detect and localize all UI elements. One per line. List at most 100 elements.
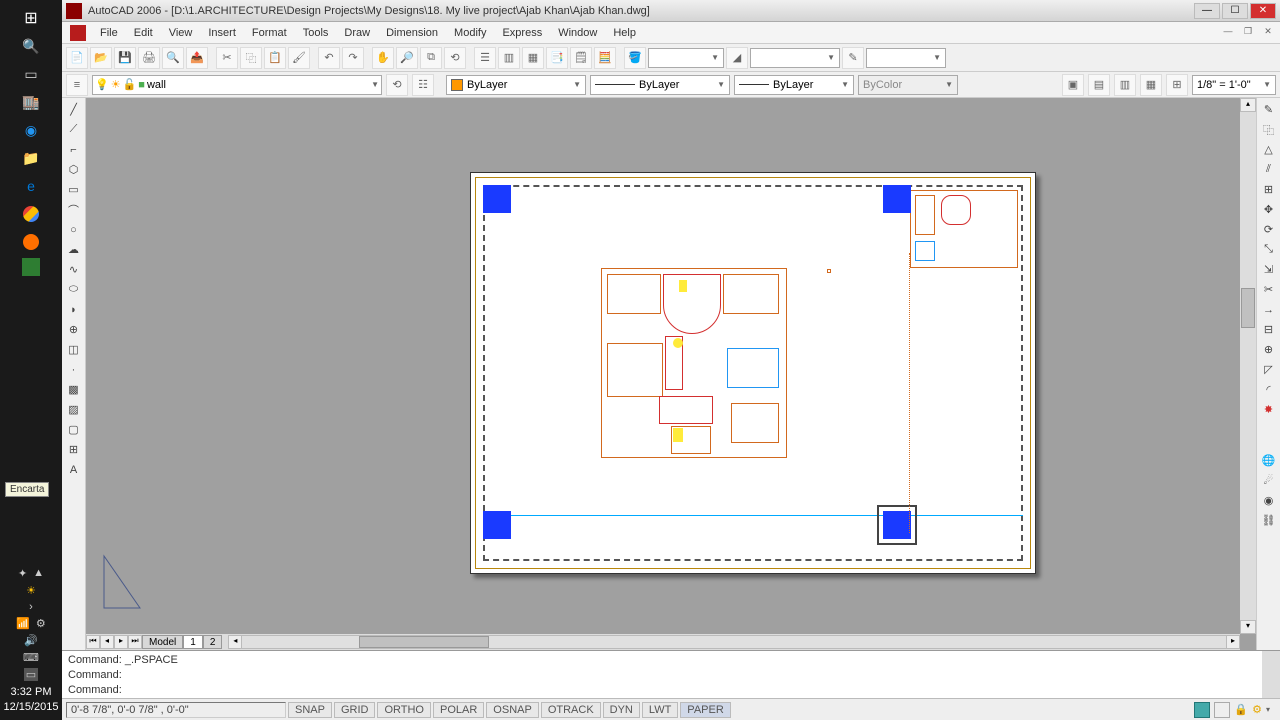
table-icon[interactable]: ⊞ xyxy=(64,440,84,459)
task-view-icon[interactable]: ▭ xyxy=(17,62,45,86)
edge-icon[interactable]: e xyxy=(17,174,45,198)
plotstyle-dropdown[interactable]: ByColor▼ xyxy=(858,75,958,95)
vp-icon[interactable]: ▥ xyxy=(1114,74,1136,96)
command-prompt[interactable]: Command: xyxy=(68,683,1274,698)
close-button[interactable]: ✕ xyxy=(1250,3,1276,19)
combo[interactable]: ▼ xyxy=(866,48,946,68)
firefox-icon[interactable] xyxy=(17,230,45,254)
save-icon[interactable]: 💾 xyxy=(114,47,136,69)
mdi-restore-icon[interactable]: ❐ xyxy=(1240,26,1256,40)
fillet-icon[interactable]: ◜ xyxy=(1259,380,1279,399)
drawing-area[interactable]: ▴ ▾ ⏮ ◂ ▸ ⏭ Model 1 2 ◂ ▸ xyxy=(86,98,1256,650)
vertical-scrollbar[interactable]: ▴ ▾ xyxy=(1240,98,1256,634)
clock[interactable]: 3:32 PM 12/15/2015 xyxy=(1,685,61,714)
join-icon[interactable]: ⊕ xyxy=(1259,340,1279,359)
layer-prop-icon[interactable]: ≡ xyxy=(66,74,88,96)
app-icon[interactable]: ◉ xyxy=(17,118,45,142)
toggle-osnap[interactable]: OSNAP xyxy=(486,702,539,718)
array-icon[interactable]: ⊞ xyxy=(1259,180,1279,199)
layer-dropdown[interactable]: 💡 ☀ 🔓 ■ wall ▼ xyxy=(92,75,382,95)
tool-icon[interactable]: ⛓ xyxy=(1259,511,1279,530)
command-line[interactable]: Command: _.PSPACE Command: Command: xyxy=(62,650,1280,698)
menu-dimension[interactable]: Dimension xyxy=(378,25,446,41)
color-dropdown[interactable]: ByLayer▼ xyxy=(446,75,586,95)
menu-file[interactable]: File xyxy=(92,25,126,41)
menu-modify[interactable]: Modify xyxy=(446,25,494,41)
zoom-prev-icon[interactable]: ⟲ xyxy=(444,47,466,69)
toggle-otrack[interactable]: OTRACK xyxy=(541,702,601,718)
point-icon[interactable]: · xyxy=(64,360,84,379)
zoom-win-icon[interactable]: ⧉ xyxy=(420,47,442,69)
xline-icon[interactable]: ⟋ xyxy=(64,120,84,139)
tray-icon[interactable]: ⚙ xyxy=(36,617,46,630)
scroll-right-icon[interactable]: ▸ xyxy=(1226,635,1240,649)
tray-icon[interactable]: ✦ xyxy=(18,567,27,580)
volume-icon[interactable]: 🔊 xyxy=(24,634,38,647)
redo-icon[interactable]: ↷ xyxy=(342,47,364,69)
move-icon[interactable]: ✥ xyxy=(1259,200,1279,219)
app-green-icon[interactable] xyxy=(22,258,40,276)
undo-icon[interactable]: ↶ xyxy=(318,47,340,69)
pline-icon[interactable]: ⌐ xyxy=(64,140,84,159)
ellipse-arc-icon[interactable]: ◗ xyxy=(64,300,84,319)
tab-next-icon[interactable]: ▸ xyxy=(114,635,128,649)
tray-icon[interactable]: ▲ xyxy=(33,567,44,580)
tab-first-icon[interactable]: ⏮ xyxy=(86,635,100,649)
horizontal-scrollbar[interactable]: ◂ ▸ xyxy=(228,635,1240,649)
start-button-icon[interactable]: ⊞ xyxy=(17,6,45,30)
explode-icon[interactable]: ✸ xyxy=(1259,400,1279,419)
scroll-down-icon[interactable]: ▾ xyxy=(1240,620,1256,634)
tray-icon[interactable]: ▭ xyxy=(24,668,38,681)
tool-icon[interactable]: 🌐 xyxy=(1259,451,1279,470)
ssm-icon[interactable]: 📑 xyxy=(546,47,568,69)
tab-model[interactable]: Model xyxy=(142,635,183,649)
chrome-icon[interactable] xyxy=(17,202,45,226)
gradient-icon[interactable]: ▨ xyxy=(64,400,84,419)
menu-edit[interactable]: Edit xyxy=(126,25,161,41)
copy-icon[interactable]: ⿻ xyxy=(240,47,262,69)
calc-icon[interactable]: 🧮 xyxy=(594,47,616,69)
revcloud-icon[interactable]: ☁ xyxy=(64,240,84,259)
tray-icon[interactable]: ☀ xyxy=(26,584,36,597)
mirror-icon[interactable]: △ xyxy=(1259,140,1279,159)
plot-icon[interactable]: 🖨 xyxy=(138,47,160,69)
preview-icon[interactable]: 🔍 xyxy=(162,47,184,69)
tab-prev-icon[interactable]: ◂ xyxy=(100,635,114,649)
grip-handle-selected[interactable] xyxy=(883,511,911,539)
circle-icon[interactable]: ○ xyxy=(64,220,84,239)
minimize-button[interactable]: — xyxy=(1194,3,1220,19)
insert-icon[interactable]: ⊕ xyxy=(64,320,84,339)
tool-pal-icon[interactable]: ▦ xyxy=(522,47,544,69)
offset-icon[interactable]: ⫽ xyxy=(1259,160,1279,179)
keyboard-icon[interactable]: ⌨ xyxy=(23,651,39,664)
erase-icon[interactable]: ✎ xyxy=(1259,100,1279,119)
lineweight-dropdown[interactable]: ByLayer▼ xyxy=(734,75,854,95)
vp-icon[interactable]: ⊞ xyxy=(1166,74,1188,96)
store-icon[interactable]: 🏬 xyxy=(17,90,45,114)
toggle-polar[interactable]: POLAR xyxy=(433,702,484,718)
vp-icon[interactable]: ▣ xyxy=(1062,74,1084,96)
cmd-scrollbar[interactable] xyxy=(1262,651,1280,698)
menu-tools[interactable]: Tools xyxy=(295,25,337,41)
paste-icon[interactable]: 📋 xyxy=(264,47,286,69)
toggle-lwt[interactable]: LWT xyxy=(642,702,678,718)
mdi-minimize-icon[interactable]: — xyxy=(1220,26,1236,40)
layer-prev-icon[interactable]: ⟲ xyxy=(386,74,408,96)
rotate-icon[interactable]: ⟳ xyxy=(1259,220,1279,239)
scrollbar-thumb[interactable] xyxy=(359,636,489,648)
qnew-icon[interactable]: 📄 xyxy=(66,47,88,69)
combo[interactable]: ▼ xyxy=(750,48,840,68)
copy-obj-icon[interactable]: ⿻ xyxy=(1259,120,1279,139)
dc-icon[interactable]: ▥ xyxy=(498,47,520,69)
scroll-left-icon[interactable]: ◂ xyxy=(228,635,242,649)
hatch-icon[interactable]: ▩ xyxy=(64,380,84,399)
tool-icon[interactable]: ◉ xyxy=(1259,491,1279,510)
grip-handle[interactable] xyxy=(483,185,511,213)
polygon-icon[interactable]: ⬡ xyxy=(64,160,84,179)
chamfer-icon[interactable]: ◸ xyxy=(1259,360,1279,379)
lock-icon[interactable]: 🔒 xyxy=(1234,703,1248,716)
match-icon[interactable]: 🖌 xyxy=(288,47,310,69)
publish-icon[interactable]: 📤 xyxy=(186,47,208,69)
linetype-dropdown[interactable]: ByLayer▼ xyxy=(590,75,730,95)
menu-format[interactable]: Format xyxy=(244,25,295,41)
